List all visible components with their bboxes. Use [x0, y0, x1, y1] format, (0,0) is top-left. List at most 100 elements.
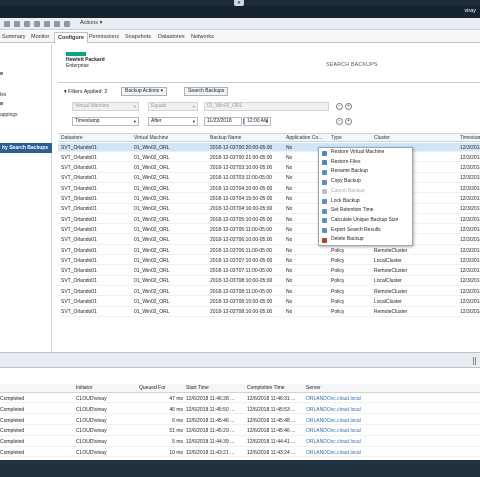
snapshot-icon[interactable]	[54, 21, 60, 27]
date-input[interactable]: 11/22/2018	[204, 117, 242, 126]
menu-item-set-retention-time[interactable]: Set Retention Time	[319, 206, 412, 216]
table-row[interactable]: SVT_Orlando01 01_Win02_ORL 2018-12-03T08:1…	[58, 287, 480, 297]
table-row[interactable]: SVT_Orlando01 01_Win02_ORL 2018-12-03T04:1…	[58, 205, 480, 214]
export-icon	[322, 228, 327, 234]
filter-field-select[interactable]: Virtual Machine ▾	[72, 102, 139, 111]
table-row[interactable]: SVT_Orlando01 01_Win02_ORL 2018-12-03T00:2…	[58, 153, 480, 163]
column-header[interactable]: Timestamp	[460, 135, 480, 141]
menu-item-calculate-unique-backup-size[interactable]: Calculate Unique Backup Size	[319, 216, 412, 226]
menu-item-label: Lock Backup	[331, 197, 360, 204]
nav-item-files[interactable]: les	[0, 92, 6, 98]
table-row[interactable]: SVT_Orlando01 01_Win02_ORL 2018-12-03T07:1…	[58, 256, 480, 266]
menu-item-lock-backup[interactable]: Lock Backup	[319, 197, 412, 207]
migrate-icon[interactable]	[64, 21, 70, 27]
actions-menu[interactable]: Actions ▾	[80, 20, 102, 26]
recent-tasks-splitter[interactable]	[0, 352, 480, 368]
tab-summary[interactable]: Summary	[2, 34, 26, 40]
menu-item-restore-virtual-machine[interactable]: Restore Virtual Machine	[319, 148, 412, 158]
table-row[interactable]: SVT_Orlando01 01_Win02_ORL 2018-12-03T04:1…	[58, 195, 480, 204]
table-cell: SVT_Orlando01	[61, 154, 97, 161]
table-cell: Policy	[331, 268, 345, 275]
remove-filter-icon[interactable]: −	[336, 118, 343, 125]
column-header[interactable]: Completion Time	[247, 385, 285, 391]
vm-icon[interactable]	[4, 21, 10, 27]
table-row[interactable]: SVT_Orlando01 01_Win02_ORL 2018-12-03T04:1…	[58, 184, 480, 194]
tab-monitor[interactable]: Monitor	[31, 34, 49, 40]
table-cell: 2018-12-03T00:20:00-05:00	[210, 144, 273, 151]
column-header[interactable]: Queued For	[139, 385, 166, 391]
server-link[interactable]: ORLANDOvc.cloud.local	[306, 439, 361, 445]
tab-snapshots[interactable]: Snapshots	[125, 34, 151, 40]
task-cell: 12/6/2018 11:43:21 ...	[186, 450, 235, 456]
nav-item-search-backups[interactable]: ity Search Backups	[0, 143, 52, 153]
nav-item-mappings[interactable]: appings	[0, 112, 18, 118]
tab-datastores[interactable]: Datastores	[158, 34, 185, 40]
column-header[interactable]: Type	[331, 135, 342, 141]
table-row[interactable]: SVT_Orlando01 01_Win02_ORL 2018-12-03T06:1…	[58, 246, 480, 255]
column-header[interactable]: Initiator	[76, 385, 92, 391]
tab-configure[interactable]: Configure	[54, 32, 88, 43]
filter-op-select-2[interactable]: After ▾	[148, 117, 198, 126]
remove-filter-icon[interactable]: −	[336, 103, 343, 110]
add-filter-icon[interactable]: +	[345, 118, 352, 125]
task-row[interactable]: Completed CLOUD\vinay 10 ms 12/6/2018 11:43…	[0, 448, 480, 458]
menu-item-rename-backup[interactable]: Rename Backup	[319, 167, 412, 177]
tab-permissions[interactable]: Permissions	[89, 34, 119, 40]
table-row[interactable]: SVT_Orlando01 01_Win02_ORL 2018-12-03T08:1…	[58, 298, 480, 307]
column-header[interactable]: Datastore	[61, 135, 83, 141]
tab-networks[interactable]: Networks	[191, 34, 214, 40]
column-header[interactable]: Virtual Machine	[134, 135, 168, 141]
filters-toggle[interactable]: ▾ Filters Applied: 2	[64, 89, 107, 95]
column-header[interactable]: Application Co...	[286, 135, 322, 141]
table-row[interactable]: SVT_Orlando01 01_Win02_ORL 2018-12-03T07:1…	[58, 267, 480, 276]
table-row[interactable]: SVT_Orlando01 01_Win02_ORL 2018-12-03T03:1…	[58, 164, 480, 173]
table-row[interactable]: SVT_Orlando01 01_Win02_ORL 2018-12-03T08:1…	[58, 277, 480, 286]
column-header[interactable]: Cluster	[374, 135, 390, 141]
task-row[interactable]: Completed CLOUD\vinay 6 ms 12/6/2018 11:45:…	[0, 416, 480, 425]
task-row[interactable]: Completed CLOUD\vinay 5 ms 12/6/2018 11:44:…	[0, 437, 480, 447]
task-row[interactable]: Completed CLOUD\vinay 46 ms 12/6/2018 11:45…	[0, 405, 480, 415]
table-cell: 2018-12-03T07:10:00-05:00	[210, 257, 273, 264]
table-row[interactable]: SVT_Orlando01 01_Win02_ORL 2018-12-03T05:1…	[58, 225, 480, 235]
table-row[interactable]: SVT_Orlando01 01_Win02_ORL 2018-12-03T05:1…	[58, 215, 480, 225]
table-cell: No	[286, 309, 293, 316]
console-icon[interactable]	[44, 21, 50, 27]
filter-op-select[interactable]: Equals ▾	[148, 102, 198, 111]
filter-field-select-2[interactable]: Timestamp ▾	[72, 117, 139, 126]
server-link[interactable]: ORLANDOvc.cloud.local	[306, 396, 361, 402]
menu-item-copy-backup[interactable]: Copy Backup	[319, 177, 412, 187]
filters-applied-label: Filters Applied: 2	[68, 89, 108, 95]
nav-bullet-icon	[0, 72, 3, 75]
table-row[interactable]: SVT_Orlando01 01_Win02_ORL 2018-12-03T03:1…	[58, 174, 480, 183]
server-link[interactable]: ORLANDOvc.cloud.local	[306, 418, 361, 424]
resize-grip-icon[interactable]	[473, 357, 476, 365]
menu-item-label: Calculate Unique Backup Size	[331, 216, 399, 223]
table-row[interactable]: SVT_Orlando01 01_Win02_ORL 2018-12-03T00:2…	[58, 143, 480, 152]
table-cell: SVT_Orlando01	[61, 196, 97, 202]
task-row[interactable]: Completed CLOUD\vinay 51 ms 12/6/2018 11:45…	[0, 426, 480, 436]
server-link[interactable]: ORLANDOvc.cloud.local	[306, 407, 361, 413]
column-header[interactable]: Start Time	[186, 385, 209, 391]
column-header[interactable]: Backup Name	[210, 135, 241, 141]
table-row[interactable]: SVT_Orlando01 01_Win02_ORL 2018-12-03T08:1…	[58, 308, 480, 317]
user-menu[interactable]: viray	[464, 8, 476, 14]
menu-item-restore-files[interactable]: Restore Files	[319, 158, 412, 168]
task-row[interactable]: Completed CLOUD\vinay 47 ms 12/6/2018 11:46…	[0, 394, 480, 404]
backup-actions-button[interactable]: Backup Actions ▾	[121, 87, 168, 96]
server-link[interactable]: ORLANDOvc.cloud.local	[306, 428, 361, 434]
menu-item-export-search-results[interactable]: Export Search Results	[319, 226, 412, 236]
time-input[interactable]: 12:00 AM ▾	[244, 117, 271, 126]
power-off-icon[interactable]	[24, 21, 30, 27]
search-backups-button[interactable]: Search Backups	[184, 87, 229, 96]
server-link[interactable]: ORLANDOvc.cloud.local	[306, 450, 361, 456]
menu-item-delete-backup[interactable]: Delete Backup	[319, 235, 412, 245]
table-cell: Policy	[331, 247, 345, 254]
suspend-icon[interactable]	[34, 21, 40, 27]
power-on-icon[interactable]	[14, 21, 20, 27]
column-header[interactable]: Server	[306, 385, 321, 391]
add-filter-icon[interactable]: +	[345, 103, 352, 110]
table-row[interactable]: SVT_Orlando01 01_Win02_ORL 2018-12-03T06:1…	[58, 236, 480, 245]
table-cell: No	[286, 299, 293, 305]
filter-value-input[interactable]: 01_Win02_ORL	[204, 102, 329, 111]
task-cell: CLOUD\vinay	[76, 428, 107, 435]
